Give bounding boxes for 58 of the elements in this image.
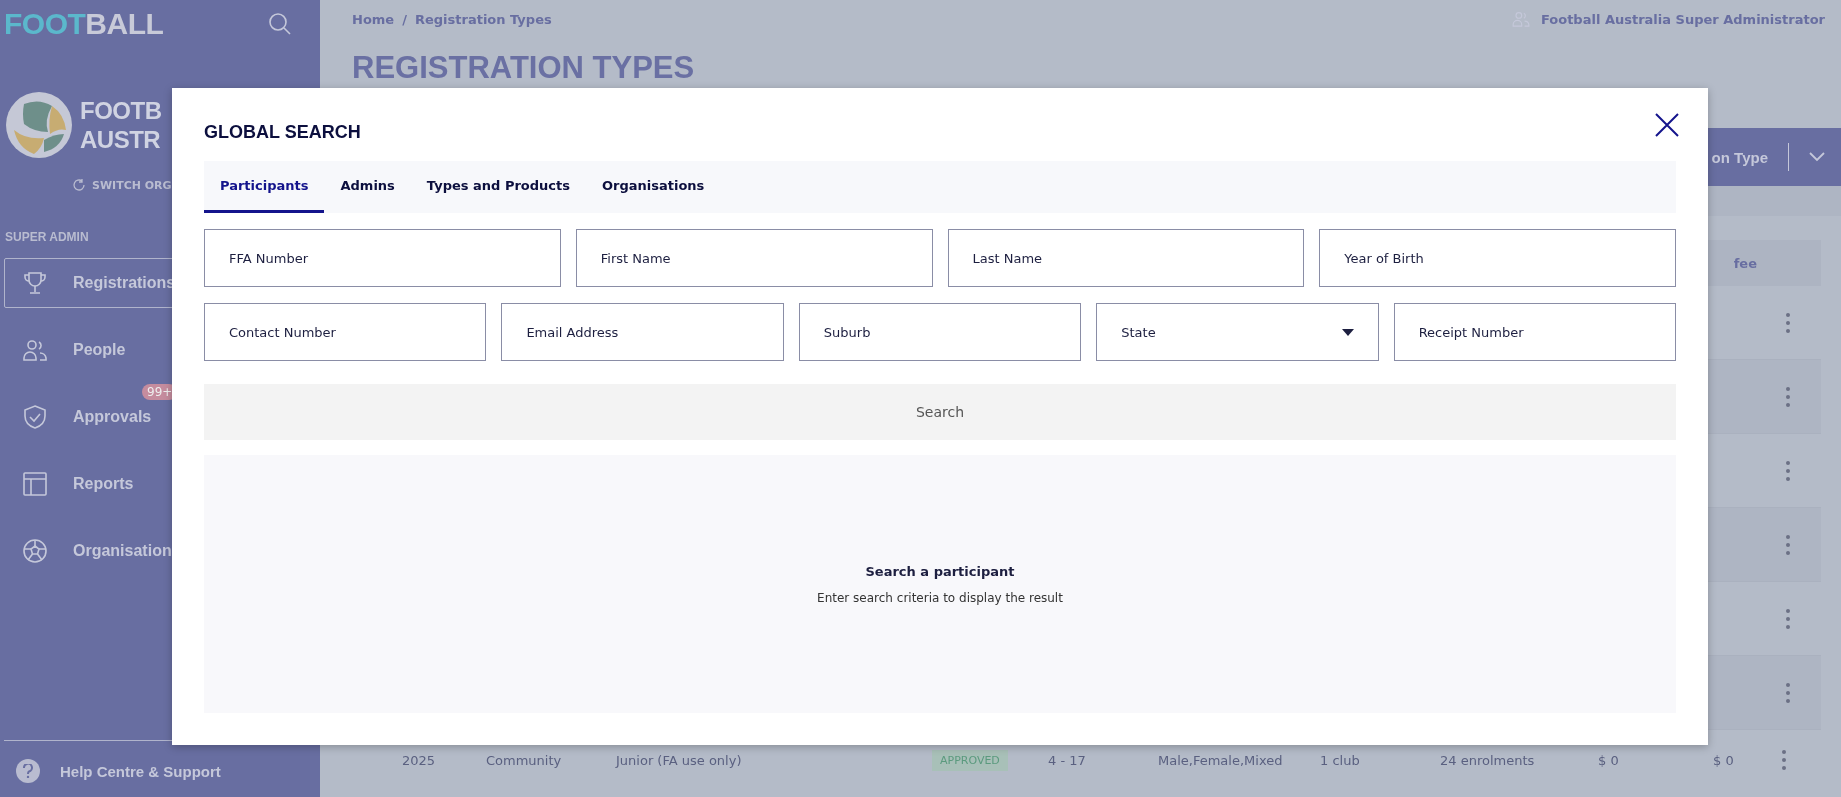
input-field[interactable]: FFA Number [204, 229, 561, 287]
section-label: SUPER ADMIN [4, 229, 90, 244]
help-link[interactable]: Help Centre & Support [60, 762, 221, 780]
empty-message: Enter search criteria to display the result [817, 590, 1063, 605]
breadcrumb-separator: / [402, 11, 407, 27]
org-logo [4, 90, 74, 160]
shield-icon [21, 403, 49, 431]
status-badge: APPROVED [932, 749, 1008, 771]
trophy-icon [21, 269, 49, 297]
breadcrumb-link[interactable]: Registration Types [414, 11, 552, 27]
empty-title: Search a participant [865, 563, 1015, 579]
close-icon[interactable] [1654, 112, 1680, 138]
table-cell-text: $ 0 [1598, 752, 1620, 768]
nav-item[interactable]: Reports [4, 459, 320, 509]
table-cell-text: 1 club [1320, 752, 1361, 768]
more-icon[interactable] [1785, 459, 1791, 482]
more-icon[interactable] [1785, 385, 1791, 408]
page-title: REGISTRATION TYPES [352, 49, 696, 87]
input-field[interactable]: Suburb [798, 303, 1082, 361]
ball-icon [21, 537, 49, 565]
search-button[interactable]: Search [204, 384, 1676, 440]
help-icon[interactable] [16, 759, 40, 783]
search-icon[interactable] [268, 12, 292, 36]
tab[interactable]: Organisations [586, 161, 721, 213]
input-field[interactable]: Email Address [501, 303, 784, 361]
input-field[interactable]: First Name [575, 229, 933, 287]
chevron-down-icon [1809, 152, 1825, 162]
table-cell-text: 4 - 17 [1048, 752, 1087, 768]
dialog-title: GLOBAL SEARCH [204, 122, 361, 144]
tab[interactable]: Participants [204, 161, 325, 213]
input-field[interactable]: Last Name [947, 229, 1305, 287]
input-field[interactable]: Contact Number [204, 303, 487, 361]
input-field[interactable]: Receipt Number [1393, 303, 1677, 361]
more-icon[interactable] [1785, 533, 1791, 556]
more-icon[interactable] [1785, 681, 1791, 704]
column-header: fee [1733, 255, 1757, 271]
more-icon[interactable] [1781, 749, 1787, 771]
table-cell-text: Junior (FA use only) [616, 752, 743, 768]
more-icon[interactable] [1785, 311, 1791, 334]
switch-organisation-link[interactable]: SWITCH ORG [92, 178, 172, 192]
input-field[interactable]: Year of Birth [1319, 229, 1676, 287]
nav-item[interactable]: Organisation [4, 526, 320, 576]
table-cell-text: $ 0 [1713, 752, 1735, 768]
tab[interactable]: Admins [324, 161, 411, 213]
refresh-icon[interactable] [72, 178, 86, 192]
logo: FOOTBALL [4, 7, 164, 41]
caret-icon [1341, 328, 1354, 336]
breadcrumb-link[interactable]: Home [352, 11, 395, 27]
table-cell-text: Male,Female,Mixed [1158, 752, 1284, 768]
more-icon[interactable] [1785, 607, 1791, 630]
table-cell-text: Community [486, 752, 563, 768]
state-dropdown[interactable]: State [1096, 303, 1379, 361]
table-cell-text: 2025 [402, 752, 437, 768]
tab[interactable]: Types and Products [410, 161, 586, 213]
org-name: FOOTB AUSTR [80, 96, 162, 154]
user-name[interactable]: Football Australia Super Administrator [1540, 11, 1825, 27]
layout-icon [21, 470, 49, 498]
table-cell-text: 24 enrolments [1440, 752, 1536, 768]
